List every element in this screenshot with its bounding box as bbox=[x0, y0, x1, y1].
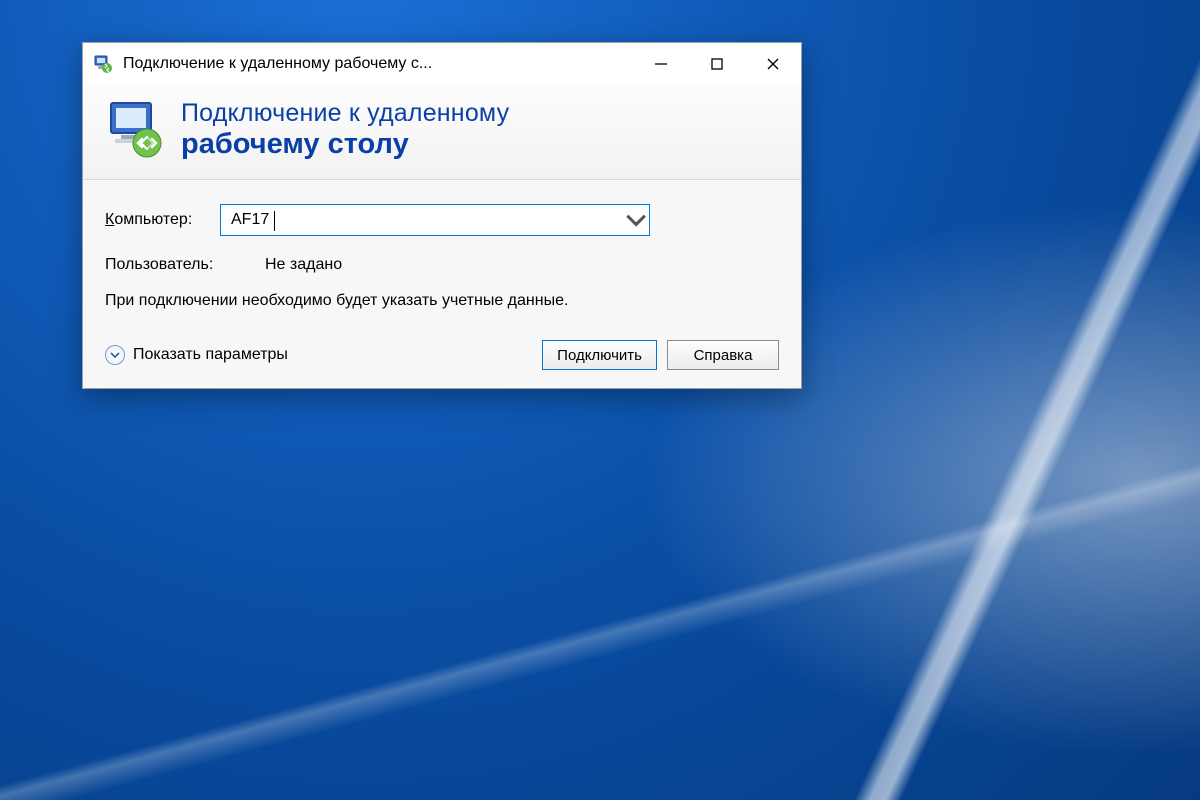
computer-row: Компьютер: bbox=[105, 204, 779, 236]
rdp-window: Подключение к удаленному рабочему с... bbox=[82, 42, 802, 389]
banner-line1: Подключение к удаленному bbox=[181, 99, 509, 128]
window-controls bbox=[633, 43, 801, 85]
computer-input[interactable] bbox=[221, 205, 623, 235]
user-value: Не задано bbox=[265, 256, 342, 274]
banner-title: Подключение к удаленному рабочему столу bbox=[181, 99, 509, 161]
show-options-label: Показать параметры bbox=[133, 346, 288, 364]
banner: Подключение к удаленному рабочему столу bbox=[83, 85, 801, 180]
help-button[interactable]: Справка bbox=[667, 340, 779, 370]
user-row: Пользователь: Не задано bbox=[105, 256, 779, 274]
app-icon bbox=[93, 54, 113, 74]
close-button[interactable] bbox=[745, 43, 801, 85]
computer-label: Компьютер: bbox=[105, 211, 220, 229]
rdp-icon bbox=[105, 99, 167, 161]
maximize-button[interactable] bbox=[689, 43, 745, 85]
connect-label: Подключить bbox=[557, 347, 642, 364]
window-title: Подключение к удаленному рабочему с... bbox=[123, 55, 633, 73]
credentials-info: При подключении необходимо будет указать… bbox=[105, 290, 625, 312]
computer-combobox[interactable] bbox=[220, 204, 650, 236]
user-label: Пользователь: bbox=[105, 256, 265, 274]
dialog-body: Компьютер: Пользователь: Не задано При п… bbox=[83, 180, 801, 388]
chevron-down-circle-icon bbox=[105, 345, 125, 365]
minimize-button[interactable] bbox=[633, 43, 689, 85]
connect-button[interactable]: Подключить bbox=[542, 340, 657, 370]
show-options-button[interactable]: Показать параметры bbox=[105, 345, 288, 365]
titlebar[interactable]: Подключение к удаленному рабочему с... bbox=[83, 43, 801, 85]
help-label: Справка bbox=[694, 347, 753, 364]
chevron-down-icon[interactable] bbox=[623, 207, 649, 233]
footer: Показать параметры Подключить Справка bbox=[105, 340, 779, 370]
text-cursor bbox=[274, 211, 275, 231]
banner-line2: рабочему столу bbox=[181, 128, 509, 161]
